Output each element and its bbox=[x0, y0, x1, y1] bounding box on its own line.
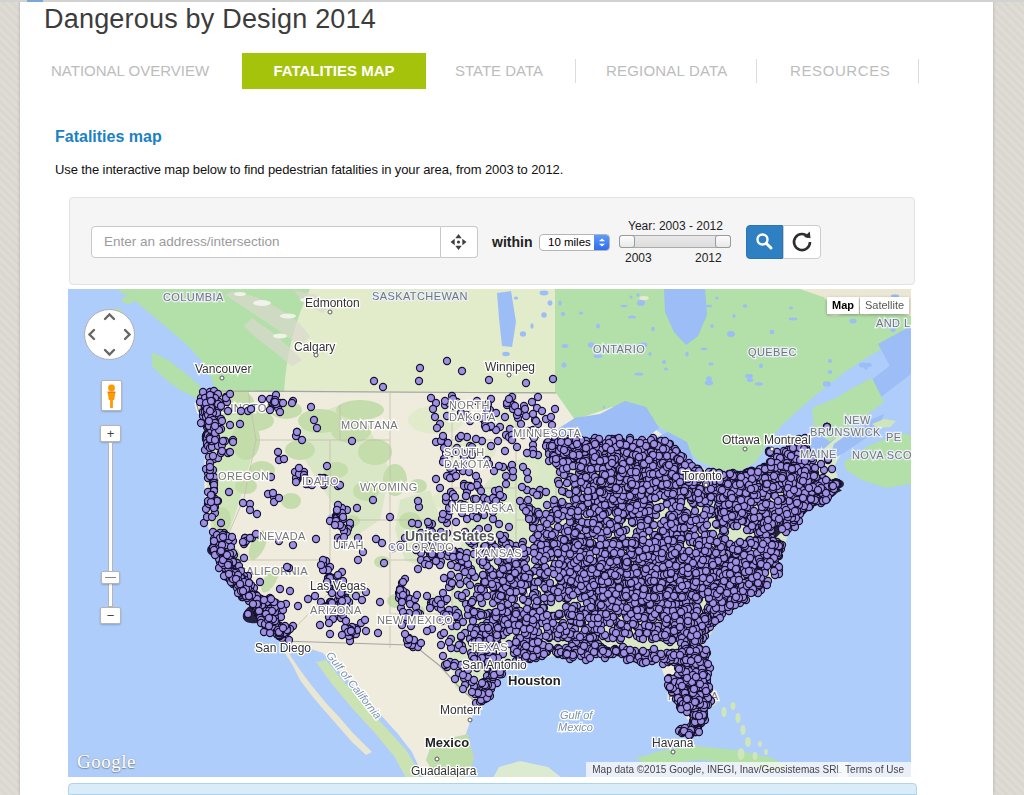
svg-text:Gulf of: Gulf of bbox=[560, 709, 593, 721]
svg-text:NEVADA: NEVADA bbox=[259, 530, 306, 542]
svg-text:Winnipeg: Winnipeg bbox=[485, 360, 535, 374]
svg-text:Calgary: Calgary bbox=[294, 340, 335, 354]
svg-text:IDAHO: IDAHO bbox=[302, 475, 339, 487]
svg-text:Las Vegas: Las Vegas bbox=[310, 579, 366, 593]
svg-text:Mexico: Mexico bbox=[558, 721, 593, 733]
svg-text:DAKOTA: DAKOTA bbox=[449, 411, 496, 423]
svg-text:Monterr: Monterr bbox=[440, 703, 481, 717]
svg-text:OREGON: OREGON bbox=[218, 470, 269, 482]
svg-text:SOUTH: SOUTH bbox=[444, 446, 485, 458]
svg-text:NOVA SCO: NOVA SCO bbox=[852, 449, 911, 461]
svg-text:ARIZONA: ARIZONA bbox=[310, 604, 362, 616]
svg-text:UTAH: UTAH bbox=[333, 539, 364, 551]
svg-text:COLUMBIA: COLUMBIA bbox=[163, 291, 224, 303]
svg-text:San Antonio: San Antonio bbox=[462, 658, 527, 672]
svg-text:TEXAS: TEXAS bbox=[470, 641, 508, 653]
svg-text:Montreal: Montreal bbox=[764, 433, 811, 447]
svg-text:QUEBEC: QUEBEC bbox=[748, 346, 797, 358]
svg-text:AND L: AND L bbox=[876, 317, 910, 329]
svg-text:United States: United States bbox=[405, 528, 495, 544]
svg-text:Mexico: Mexico bbox=[425, 735, 469, 750]
svg-text:MAINE: MAINE bbox=[800, 448, 837, 460]
svg-text:Vancouver: Vancouver bbox=[195, 362, 251, 376]
svg-text:ONTARIO: ONTARIO bbox=[593, 343, 645, 355]
svg-text:Edmonton: Edmonton bbox=[305, 296, 360, 310]
svg-text:NEW MEXICO: NEW MEXICO bbox=[377, 614, 453, 626]
svg-text:KANSAS: KANSAS bbox=[475, 547, 522, 559]
svg-text:MONTANA: MONTANA bbox=[341, 419, 398, 431]
svg-text:MINNESOTA: MINNESOTA bbox=[513, 427, 581, 439]
svg-text:Guadalajara: Guadalajara bbox=[411, 764, 477, 777]
svg-text:BRUNSWICK: BRUNSWICK bbox=[810, 426, 881, 438]
svg-text:NORTH: NORTH bbox=[449, 399, 490, 411]
svg-text:Havana: Havana bbox=[652, 736, 694, 750]
svg-text:Houston: Houston bbox=[508, 673, 561, 688]
svg-text:Ottawa: Ottawa bbox=[722, 433, 760, 447]
svg-text:San Diego: San Diego bbox=[255, 641, 311, 655]
svg-text:DAKOTA: DAKOTA bbox=[444, 458, 491, 470]
svg-text:NEBRASKA: NEBRASKA bbox=[451, 502, 514, 514]
svg-text:WYOMING: WYOMING bbox=[360, 481, 418, 493]
svg-text:Toronto: Toronto bbox=[682, 469, 722, 483]
svg-text:PE: PE bbox=[886, 431, 901, 443]
svg-text:NEW: NEW bbox=[844, 414, 871, 426]
svg-text:SASKATCHEWAN: SASKATCHEWAN bbox=[372, 290, 468, 302]
